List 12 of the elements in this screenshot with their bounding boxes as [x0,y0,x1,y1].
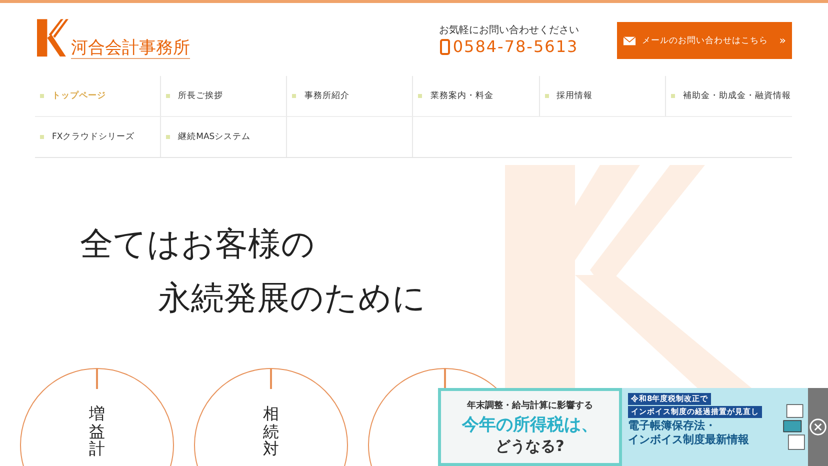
banner-headline: 電子帳簿保存法・ [628,419,716,432]
banner-text: 年末調整・給与計算に影響する [467,399,593,412]
contact-prompt: お気軽にお問い合わせください [439,24,579,37]
circle-label: 相続対 [263,405,279,458]
phone-number: 0584-78-5613 [452,37,578,56]
hero-heading: 永続発展のために [158,278,427,318]
banner-headline: インボイス制度最新情報 [628,433,749,446]
hero-heading: 全てはお客様の [80,224,316,264]
circle-label: 増益計 [89,405,105,458]
banner-headline: 今年の所得税は、 [462,414,598,436]
logo-text: 河合会計事務所 [71,38,190,59]
banner-headline: どうなる? [496,436,564,456]
